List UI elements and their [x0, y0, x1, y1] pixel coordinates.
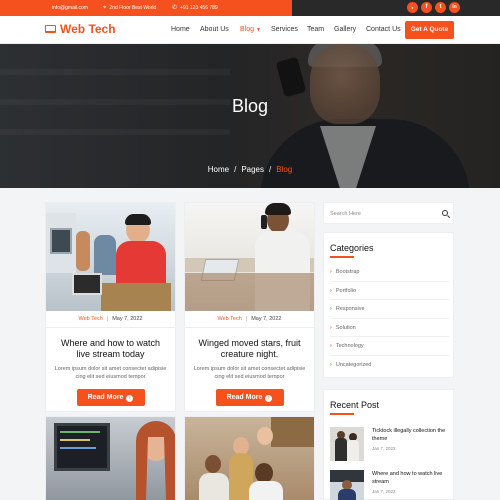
recent-post-title[interactable]: Ticktock illegally collection the theme — [372, 428, 449, 443]
nav-item-home[interactable]: Home — [171, 16, 190, 44]
title-underline — [330, 256, 354, 258]
post-category[interactable]: Web Tech — [79, 316, 103, 322]
topbar-address-text: 2nd Floor Best World — [109, 5, 157, 11]
social-links: ● f t in — [407, 2, 460, 13]
post-title[interactable]: Winged moved stars, fruit creature night… — [193, 338, 306, 360]
facebook-icon[interactable]: f — [421, 2, 432, 13]
post-image[interactable] — [46, 417, 175, 500]
linkedin-icon[interactable]: in — [449, 2, 460, 13]
chevron-right-icon: › — [330, 343, 332, 349]
recent-post-item[interactable]: Ticktock illegally collection the theme … — [330, 427, 449, 461]
post-excerpt: Lorem ipsum dolor sit amet consectet adi… — [54, 366, 167, 380]
laptop-icon — [45, 25, 56, 33]
post-title[interactable]: Where and how to watch live stream today — [54, 338, 167, 360]
category-item[interactable]: › Portfolio — [330, 282, 449, 300]
post-image[interactable] — [185, 203, 314, 311]
chevron-right-icon: › — [330, 287, 332, 294]
topbar-email[interactable]: info@gmail.com — [52, 0, 88, 16]
page-hero: Blog Home / Pages / Blog — [0, 44, 500, 188]
post-date: May 7, 2022 — [251, 316, 282, 322]
nav-item-services[interactable]: Services — [271, 16, 298, 44]
breadcrumb-pages[interactable]: Pages — [241, 165, 264, 174]
post-meta: Web Tech | May 7, 2022 — [185, 311, 314, 328]
chevron-down-icon: ▼ — [256, 27, 261, 33]
nav-item-about[interactable]: About Us — [200, 16, 229, 44]
chevron-right-icon: › — [330, 324, 332, 331]
nav-item-blog-label: Blog — [240, 26, 255, 33]
recent-post-item[interactable]: Where and how to watch live stream Jan 7… — [330, 470, 449, 500]
get-quote-button[interactable]: Get A Quote — [405, 21, 454, 39]
topbar-phone-text: +91 123 456 789 — [180, 5, 218, 11]
breadcrumb: Home / Pages / Blog — [207, 165, 293, 174]
location-icon: ⌖ — [103, 5, 107, 11]
recent-post-thumbnail[interactable] — [330, 427, 364, 461]
top-bar: info@gmail.com ⌖ 2nd Floor Best World ✆ … — [0, 0, 500, 16]
search-input[interactable]: Search Here — [330, 203, 361, 225]
arrow-right-icon: › — [265, 395, 273, 402]
recent-post-title[interactable]: Where and how to watch live stream — [372, 471, 449, 486]
chevron-right-icon: › — [330, 269, 332, 275]
navbar: Web Tech Home About Us Blog ▼ Services Te… — [0, 16, 500, 44]
search-box[interactable]: Search Here — [323, 202, 454, 224]
rss-icon[interactable]: ● — [407, 2, 418, 13]
read-more-label: Read More — [87, 394, 124, 401]
recent-post-date: Jan 7, 2022 — [372, 489, 396, 494]
breadcrumb-current: Blog — [276, 165, 293, 174]
post-image[interactable] — [46, 203, 175, 311]
topbar-address: ⌖ 2nd Floor Best World — [103, 0, 156, 16]
recent-posts-title: Recent Post — [330, 400, 380, 410]
nav-item-gallery[interactable]: Gallery — [334, 16, 356, 44]
category-item[interactable]: › Uncategorized — [330, 356, 449, 375]
page-title: Blog — [231, 96, 269, 116]
post-excerpt: Lorem ipsum dolor sit amet consectet adi… — [193, 366, 306, 380]
twitter-icon[interactable]: t — [435, 2, 446, 13]
category-item[interactable]: › Solution — [330, 319, 449, 337]
read-more-button[interactable]: Read More › — [215, 389, 284, 406]
arrow-right-icon: › — [126, 395, 134, 402]
read-more-button[interactable]: Read More › — [76, 389, 145, 406]
title-underline — [330, 413, 354, 415]
breadcrumb-home[interactable]: Home — [208, 165, 229, 174]
nav-item-team[interactable]: Team — [307, 16, 324, 44]
recent-posts-widget: Recent Post Ticktock illegally collectio… — [323, 389, 454, 500]
category-item[interactable]: › Technology — [330, 337, 449, 356]
category-item[interactable]: › Responsive — [330, 300, 449, 319]
blog-card — [184, 416, 315, 500]
blog-card — [45, 416, 176, 500]
phone-icon: ✆ — [172, 5, 178, 11]
categories-widget: Categories › Bootstrap › Portfolio › Respon… — [323, 232, 454, 378]
blog-card: Web Tech | May 7, 2022 Where and how to wa… — [45, 202, 176, 412]
post-category[interactable]: Web Tech — [218, 316, 242, 322]
read-more-label: Read More — [226, 394, 263, 401]
brand-name: Web Tech — [60, 22, 116, 36]
blog-card: Web Tech | May 7, 2022 Winged moved stars,… — [184, 202, 315, 412]
post-date: May 7, 2022 — [112, 316, 143, 322]
topbar-email-text: info@gmail.com — [52, 5, 88, 11]
topbar-phone[interactable]: ✆ +91 123 456 789 — [172, 0, 218, 16]
search-icon[interactable] — [442, 210, 448, 216]
categories-title: Categories — [330, 243, 374, 253]
categories-list: › Bootstrap › Portfolio › Responsive › Solut… — [330, 263, 449, 374]
chevron-right-icon: › — [330, 306, 332, 312]
post-image[interactable] — [185, 417, 314, 500]
nav-item-contact[interactable]: Contact Us — [366, 16, 401, 44]
recent-post-date: Jan 7, 2022 — [372, 446, 396, 451]
category-item[interactable]: › Bootstrap — [330, 263, 449, 282]
brand-logo[interactable]: Web Tech — [45, 22, 116, 36]
post-meta: Web Tech | May 7, 2022 — [46, 311, 175, 328]
nav-item-blog[interactable]: Blog ▼ — [240, 16, 261, 44]
chevron-right-icon: › — [330, 361, 332, 368]
recent-post-thumbnail[interactable] — [330, 470, 364, 500]
